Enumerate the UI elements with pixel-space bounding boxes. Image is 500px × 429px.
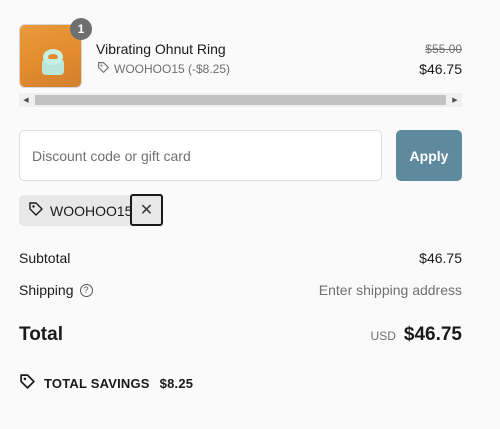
shipping-value: Enter shipping address — [318, 282, 462, 298]
tag-icon — [28, 201, 44, 220]
subtotal-label: Subtotal — [19, 250, 71, 266]
savings-label: TOTAL SAVINGS — [44, 375, 150, 391]
total-value-group: USD $46.75 — [371, 324, 462, 346]
close-icon: ✕ — [139, 202, 154, 219]
applied-code-label: WOOHOO15 — [50, 202, 133, 219]
original-price: $55.00 — [425, 42, 462, 56]
shipping-label-group: Shipping ? — [19, 282, 93, 298]
product-discount-label: WOOHOO15 (-$8.25) — [114, 62, 231, 76]
apply-button[interactable]: Apply — [396, 130, 462, 181]
tag-icon — [19, 373, 36, 393]
subtotal-value: $46.75 — [419, 250, 462, 266]
currency-code: USD — [370, 329, 396, 343]
final-price: $46.75 — [419, 61, 462, 77]
shipping-label: Shipping — [19, 282, 74, 298]
savings-amount: $8.25 — [159, 375, 194, 391]
scrollbar-thumb[interactable] — [35, 95, 446, 105]
help-icon[interactable]: ? — [79, 283, 93, 297]
subtotal-row: Subtotal $46.75 — [19, 250, 462, 266]
horizontal-scrollbar[interactable]: ◀ ▶ — [19, 93, 462, 107]
scroll-right-icon[interactable]: ▶ — [448, 93, 462, 107]
product-thumbnail: 1 — [19, 18, 92, 88]
product-prices: $55.00 $46.75 — [419, 42, 462, 77]
line-item: 1 Vibrating Ohnut Ring WOOHOO15 (-$8.25)… — [19, 18, 462, 88]
product-name: Vibrating Ohnut Ring — [96, 41, 226, 57]
shipping-row: Shipping ? Enter shipping address — [19, 282, 462, 298]
scroll-left-icon[interactable]: ◀ — [19, 93, 33, 107]
product-discount: WOOHOO15 (-$8.25) — [97, 61, 230, 77]
total-row: Total USD $46.75 — [19, 324, 462, 346]
remove-code-button[interactable]: ✕ — [130, 194, 163, 226]
quantity-badge: 1 — [70, 18, 92, 40]
tag-icon — [97, 61, 110, 77]
discount-code-input[interactable] — [19, 130, 382, 181]
total-value: $46.75 — [403, 324, 462, 345]
applied-code-tag: WOOHOO15 — [19, 195, 133, 226]
total-savings: TOTAL SAVINGS $8.25 — [19, 373, 193, 393]
total-label: Total — [19, 324, 63, 345]
